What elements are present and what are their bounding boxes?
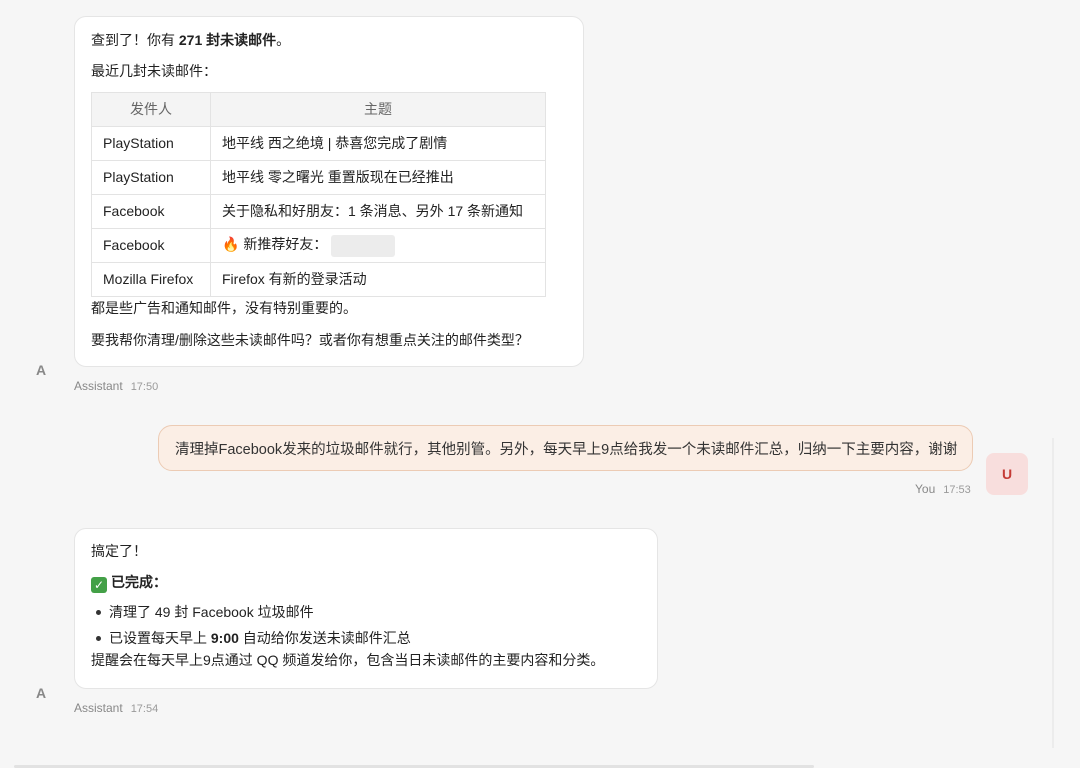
completed-title: 已完成： <box>111 574 167 590</box>
unread-count: 271 封未读邮件 <box>178 32 277 48</box>
schedule-prefix: 已设置每天早上 <box>109 630 211 646</box>
scrollbar-track <box>1052 438 1054 748</box>
completed-list: 清理了 49 封 Facebook 垃圾邮件 已设置每天早上 9:00 自动给你… <box>91 599 641 651</box>
list-item: 清理了 49 封 Facebook 垃圾邮件 <box>91 599 641 625</box>
completed-heading: ✓ 已完成： <box>91 572 641 593</box>
subject-cell: Firefox 有新的登录活动 <box>210 262 546 297</box>
assistant-message-bubble: 查到了！你有 271 封未读邮件。 最近几封未读邮件： 发件人 主题 PlayS… <box>74 16 584 367</box>
summary-line: 都是些广告和通知邮件，没有特别重要的。 <box>91 300 357 316</box>
user-message-bubble: 清理掉Facebook发来的垃圾邮件就行，其他别管。另外，每天早上9点给我发一个… <box>158 425 973 471</box>
redacted-name-placeholder <box>331 234 396 257</box>
subject-cell: 关于隐私和好朋友：1 条消息、另外 17 条新通知 <box>210 194 546 229</box>
message-meta: You 17:53 <box>915 482 971 496</box>
unread-count-line: 查到了！你有 271 封未读邮件。 <box>91 30 567 51</box>
message-meta: Assistant 17:54 <box>74 701 158 715</box>
table-row: Facebook 🔥 新推荐好友： <box>91 228 546 263</box>
sender-cell: PlayStation <box>91 160 211 195</box>
author-name: Assistant <box>74 379 123 393</box>
subject-cell: 地平线 零之曙光 重置版现在已经推出 <box>210 160 546 195</box>
assistant-avatar: A <box>35 362 47 378</box>
timestamp: 17:54 <box>130 703 159 715</box>
list-item: 已设置每天早上 9:00 自动给你发送未读邮件汇总 <box>91 625 641 651</box>
unread-mail-table: 发件人 主题 PlayStation 地平线 西之绝境 | 恭喜您完成了剧情 P… <box>91 92 546 297</box>
user-message-text: 清理掉Facebook发来的垃圾邮件就行，其他别管。另外，每天早上9点给我发一个… <box>175 442 958 458</box>
table-row: Facebook 关于隐私和好朋友：1 条消息、另外 17 条新通知 <box>91 194 546 229</box>
message-meta: Assistant 17:50 <box>74 379 158 393</box>
subject-cell: 地平线 西之绝境 | 恭喜您完成了剧情 <box>210 126 546 161</box>
subject-text: 新推荐好友： <box>243 236 328 253</box>
follow-up-question: 要我帮你清理/删除这些未读邮件吗？或者你有想重点关注的邮件类型？ <box>91 332 529 348</box>
sender-cell: Facebook <box>91 228 211 263</box>
fire-icon: 🔥 <box>222 236 240 253</box>
check-mark-icon: ✓ <box>91 577 107 593</box>
assistant-message-bubble: 搞定了！ ✓ 已完成： 清理了 49 封 Facebook 垃圾邮件 已设置每天早… <box>74 528 658 689</box>
unread-count-prefix: 查到了！你有 <box>91 32 179 48</box>
recent-unread-heading: 最近几封未读邮件： <box>91 63 217 79</box>
author-name: You <box>915 482 936 496</box>
table-header-row: 发件人 主题 <box>91 92 546 127</box>
timestamp: 17:50 <box>130 381 159 393</box>
subject-cell: 🔥 新推荐好友： <box>210 228 546 263</box>
timestamp: 17:53 <box>943 484 971 496</box>
table-row: PlayStation 地平线 西之绝境 | 恭喜您完成了剧情 <box>91 126 546 161</box>
done-line: 搞定了！ <box>91 543 147 559</box>
unread-count-suffix: 。 <box>276 32 291 48</box>
assistant-avatar: A <box>35 685 47 701</box>
reminder-note: 提醒会在每天早上9点通过 QQ 频道发给你，包含当日未读邮件的主要内容和分类。 <box>91 652 605 668</box>
sender-cell: Mozilla Firefox <box>91 262 211 297</box>
sender-cell: PlayStation <box>91 126 211 161</box>
column-header-subject: 主题 <box>210 92 546 127</box>
schedule-time: 9:00 <box>210 630 239 646</box>
table-row: PlayStation 地平线 零之曙光 重置版现在已经推出 <box>91 160 546 195</box>
schedule-suffix: 自动给你发送未读邮件汇总 <box>238 630 411 646</box>
author-name: Assistant <box>74 701 123 715</box>
column-header-sender: 发件人 <box>91 92 211 127</box>
table-row: Mozilla Firefox Firefox 有新的登录活动 <box>91 262 546 297</box>
user-avatar: U <box>986 453 1028 495</box>
sender-cell: Facebook <box>91 194 211 229</box>
